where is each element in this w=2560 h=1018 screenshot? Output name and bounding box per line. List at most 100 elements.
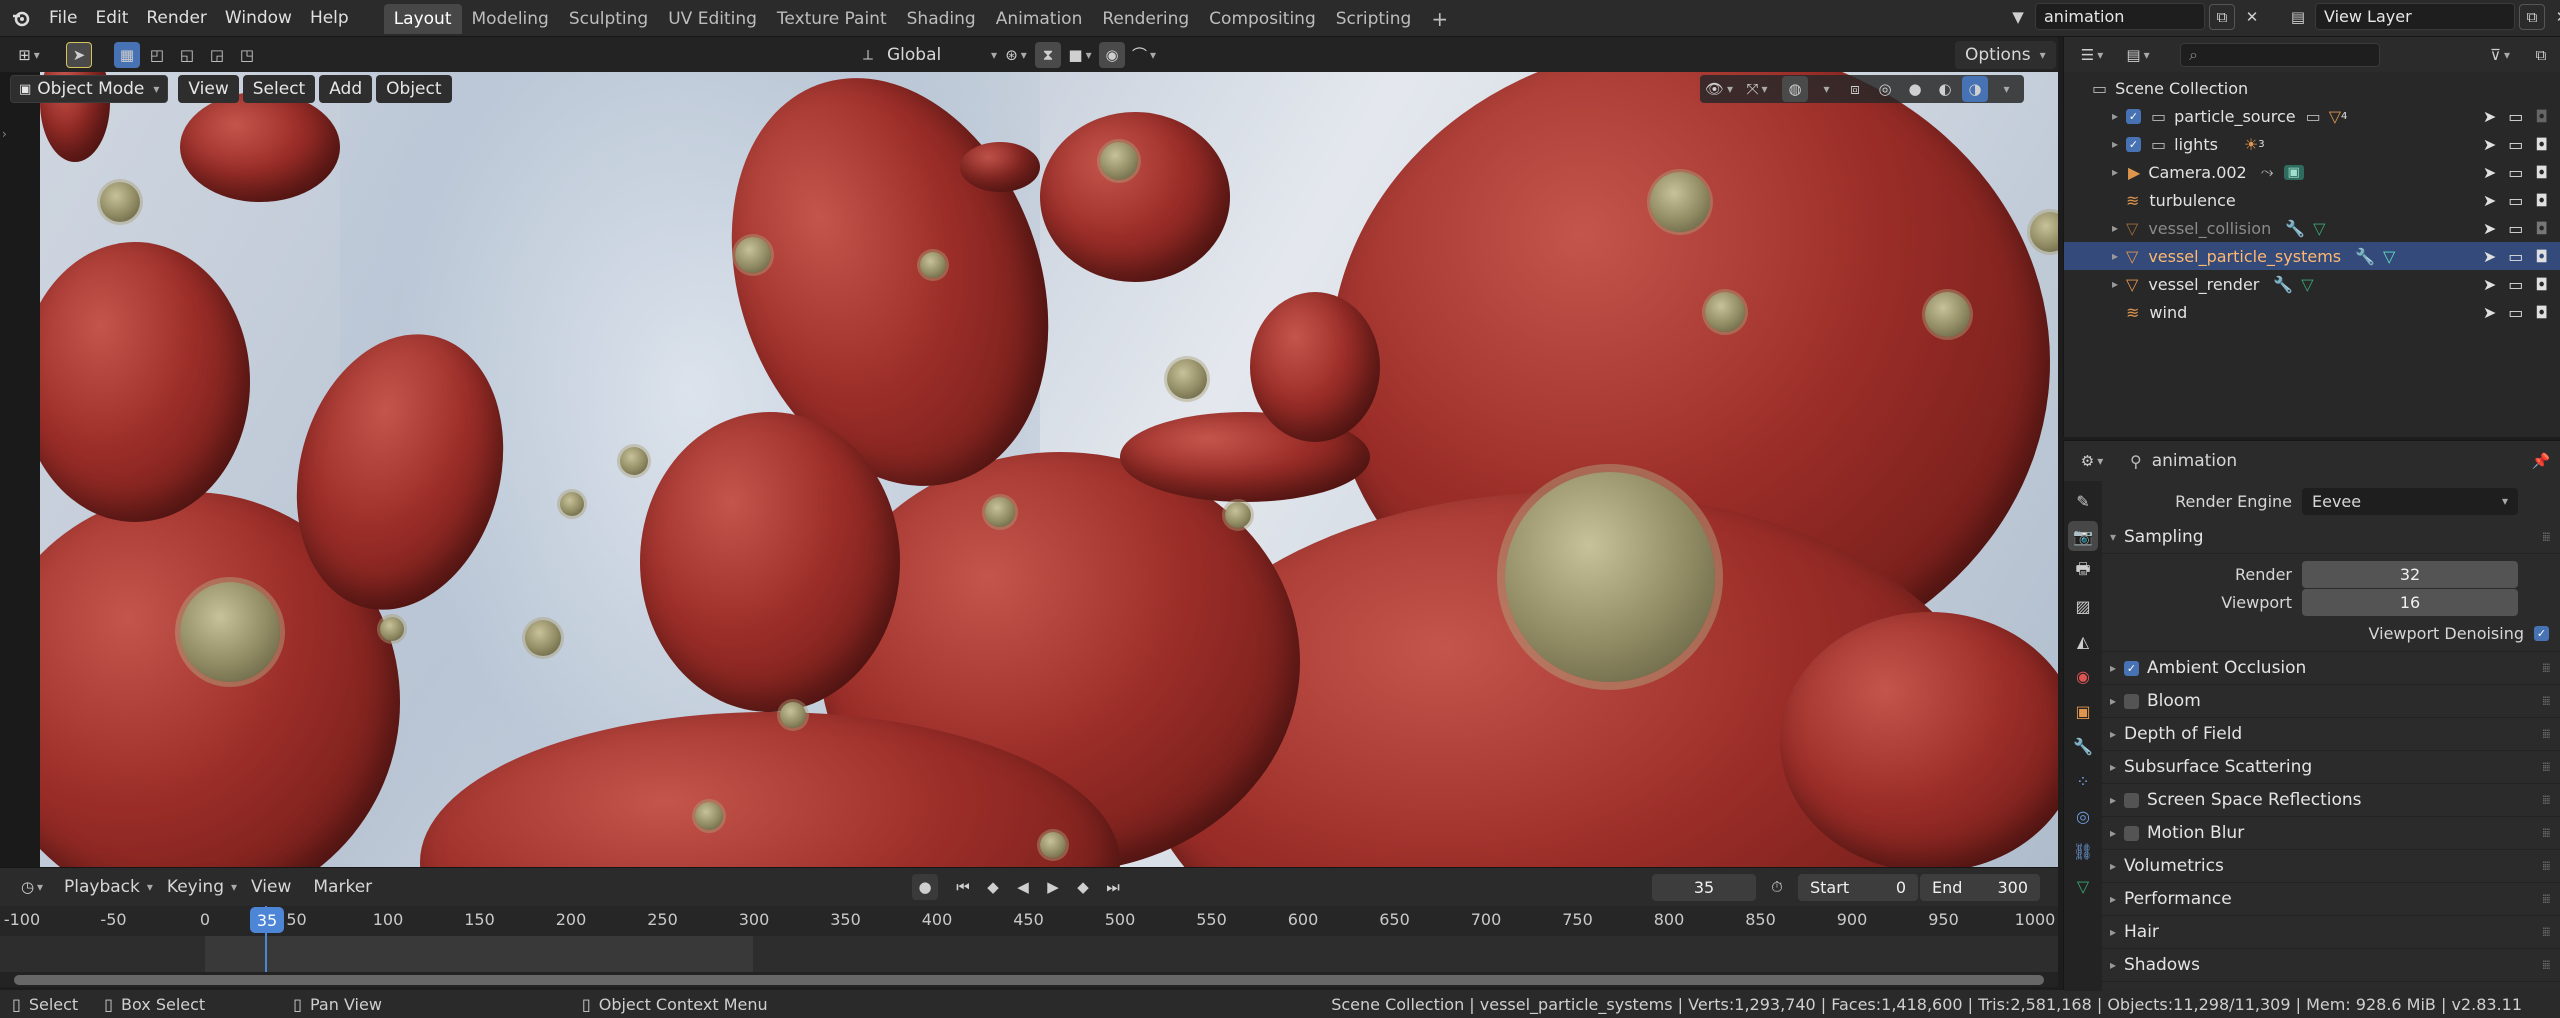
select-extend-icon[interactable]: ◰ (144, 42, 170, 68)
properties-editor-icon[interactable]: ⚙ ▾ (2074, 448, 2110, 474)
drag-handle-icon[interactable]: ⁞⁞⁞⁞ (2542, 661, 2551, 675)
render-toggle-icon[interactable]: ◘ (2535, 135, 2548, 154)
timeline-editor-icon[interactable]: ◷ ▾ (14, 874, 50, 900)
drag-handle-icon[interactable]: ⁞⁞⁞⁞ (2542, 958, 2551, 972)
drag-handle-icon[interactable]: ⁞⁞⁞⁞ (2542, 892, 2551, 906)
keying-dropdown[interactable]: Keying ▾ (167, 877, 237, 897)
render-toggle-icon[interactable]: ◘ (2535, 247, 2548, 266)
blender-logo-icon[interactable] (8, 5, 34, 31)
expand-arrow-icon[interactable]: ▸ (2104, 109, 2126, 123)
drag-handle-icon[interactable]: ⁞⁞⁞⁞ (2542, 727, 2551, 741)
menu-edit[interactable]: Edit (86, 0, 137, 37)
outliner-row-camera[interactable]: ▸ ▶ Camera.002 ⤳ ▣ ➤ ▭ ◘ (2064, 158, 2560, 186)
tab-modeling[interactable]: Modeling (462, 4, 559, 34)
outliner-row-wind[interactable]: ≋ wind ➤ ▭ ◘ (2064, 298, 2560, 326)
toolbar-expand-icon[interactable]: › (2, 127, 40, 141)
menu-help[interactable]: Help (301, 0, 358, 37)
physics-tab-icon[interactable]: ◎ (2068, 801, 2098, 831)
render-tab-icon[interactable]: 📷 (2068, 521, 2098, 551)
outliner-row-scene-collection[interactable]: ▭ Scene Collection (2064, 74, 2560, 102)
tab-rendering[interactable]: Rendering (1092, 4, 1199, 34)
select-toggle-icon[interactable]: ➤ (2483, 247, 2496, 266)
jump-end-icon[interactable]: ⏭ (1100, 874, 1126, 900)
visibility-icon[interactable]: 👁 ▾ (1705, 76, 1733, 102)
viewport-samples-field[interactable]: 16 (2302, 588, 2518, 616)
drag-handle-icon[interactable]: ⁞⁞⁞⁞ (2542, 793, 2551, 807)
playback-dropdown[interactable]: Playback ▾ (64, 877, 153, 897)
select-toggle-icon[interactable]: ➤ (2483, 275, 2496, 294)
select-invert-icon[interactable]: ◲ (204, 42, 230, 68)
drag-handle-icon[interactable]: ⁞⁞⁞⁞ (2542, 760, 2551, 774)
rendered-shading-icon[interactable]: ◑ (1962, 76, 1988, 102)
select-toggle-icon[interactable]: ➤ (2483, 163, 2496, 182)
exclude-checkbox[interactable]: ✓ (2126, 136, 2141, 152)
viewport-toggle-icon[interactable]: ▭ (2508, 135, 2523, 154)
select-toggle-icon[interactable]: ➤ (2483, 107, 2496, 126)
select-tool-icon[interactable]: ➤ (66, 41, 92, 68)
new-view-layer-icon[interactable]: ⧉ (2519, 3, 2545, 30)
select-subtract-icon[interactable]: ◱ (174, 42, 200, 68)
frame-ruler[interactable]: -100 -50 0 50 100 150 200 250 300 350 400 450 500 550… (0, 906, 2058, 936)
options-dropdown[interactable]: Options ▾ (1955, 40, 2056, 69)
select-toggle-icon[interactable]: ➤ (2483, 303, 2496, 322)
snap-icon[interactable]: ⧗ (1035, 41, 1061, 68)
panel-hair[interactable]: ▸ Hair ⁞⁞⁞⁞ (2102, 916, 2560, 949)
panel-checkbox[interactable] (2124, 693, 2139, 709)
filter-icon[interactable]: ⊽ ▾ (2482, 42, 2518, 68)
outliner-row-vessel-render[interactable]: ▸ ▽ vessel_render 🔧 ▽ ➤ ▭ ◘ (2064, 270, 2560, 298)
new-scene-icon[interactable]: ⧉ (2209, 3, 2235, 30)
drag-handle-icon[interactable]: ⁞⁞⁞⁞ (2542, 925, 2551, 939)
scene-icon[interactable]: ▼ (2005, 4, 2031, 30)
solid-shading-icon[interactable]: ● (1902, 76, 1928, 102)
panel-screen-space-reflections[interactable]: ▸ Screen Space Reflections ⁞⁞⁞⁞ (2102, 784, 2560, 817)
viewport-toggle-icon[interactable]: ▭ (2508, 107, 2523, 126)
jump-keyframe-back-icon[interactable]: ◆ (980, 874, 1006, 900)
menu-add[interactable]: Add (319, 75, 373, 103)
proportional-edit-icon[interactable]: ◉ (1099, 41, 1125, 68)
material-shading-icon[interactable]: ◐ (1932, 76, 1958, 102)
outliner-row-lights[interactable]: ▸ ✓ ▭ lights ☀ 3 ➤ ▭ ◘ (2064, 130, 2560, 158)
xray-icon[interactable]: ⧈ (1842, 76, 1868, 102)
select-toggle-icon[interactable]: ➤ (2483, 135, 2496, 154)
drag-handle-icon[interactable]: ⁞⁞⁞⁞ (2542, 530, 2551, 544)
panel-sampling[interactable]: ▾ Sampling ⁞⁞⁞⁞ (2102, 521, 2560, 554)
tab-compositing[interactable]: Compositing (1199, 4, 1326, 34)
play-icon[interactable]: ▶ (1040, 874, 1066, 900)
viewport-toggle-icon[interactable]: ▭ (2508, 163, 2523, 182)
panel-shadows[interactable]: ▸ Shadows ⁞⁞⁞⁞ (2102, 949, 2560, 982)
tab-scripting[interactable]: Scripting (1326, 4, 1422, 34)
panel-checkbox[interactable] (2124, 792, 2139, 808)
display-mode-icon[interactable]: ▤ ▾ (2120, 42, 2156, 68)
viewport-toggle-icon[interactable]: ▭ (2508, 247, 2523, 266)
tab-texture-paint[interactable]: Texture Paint (767, 4, 897, 34)
render-toggle-icon[interactable]: ◘ (2535, 163, 2548, 182)
render-toggle-icon[interactable]: ◘ (2535, 303, 2548, 322)
panel-volumetrics[interactable]: ▸ Volumetrics ⁞⁞⁞⁞ (2102, 850, 2560, 883)
output-tab-icon[interactable]: 🖶 (2068, 556, 2098, 586)
outliner-search-input[interactable]: ⌕ (2180, 42, 2380, 67)
outliner-editor-icon[interactable]: ☰ ▾ (2074, 42, 2110, 68)
viewport-toggle-icon[interactable]: ▭ (2508, 303, 2523, 322)
view-layer-field[interactable]: View Layer (2315, 3, 2515, 30)
render-toggle-icon[interactable]: ◘ (2535, 275, 2548, 294)
menu-object[interactable]: Object (376, 75, 452, 103)
expand-arrow-icon[interactable]: ▸ (2104, 165, 2126, 179)
gizmo-icon[interactable]: ⤧ ▾ (1744, 76, 1770, 102)
timeline-view-menu[interactable]: View (251, 877, 291, 897)
new-collection-icon[interactable]: ⧉ (2528, 42, 2554, 68)
orientation-icon[interactable]: ⟂ (855, 42, 881, 68)
menu-select[interactable]: Select (242, 75, 316, 103)
select-new-icon[interactable]: ▦ (114, 41, 140, 68)
tab-uv-editing[interactable]: UV Editing (658, 4, 767, 34)
jump-keyframe-forward-icon[interactable]: ◆ (1070, 874, 1096, 900)
timeline-marker-menu[interactable]: Marker (313, 877, 372, 897)
expand-arrow-icon[interactable]: ▸ (2104, 249, 2126, 263)
falloff-icon[interactable]: ⌒ ▾ (1131, 42, 1157, 68)
viewport-toggle-icon[interactable]: ▭ (2508, 275, 2523, 294)
scene-tab-icon[interactable]: ◭ (2068, 626, 2098, 656)
wireframe-shading-icon[interactable]: ◎ (1872, 76, 1898, 102)
expand-arrow-icon[interactable]: ▸ (2104, 137, 2126, 151)
play-reverse-icon[interactable]: ◀ (1010, 874, 1036, 900)
data-tab-icon[interactable]: ▽ (2068, 871, 2098, 901)
editor-type-icon[interactable]: ⊞ ▾ (12, 42, 46, 68)
